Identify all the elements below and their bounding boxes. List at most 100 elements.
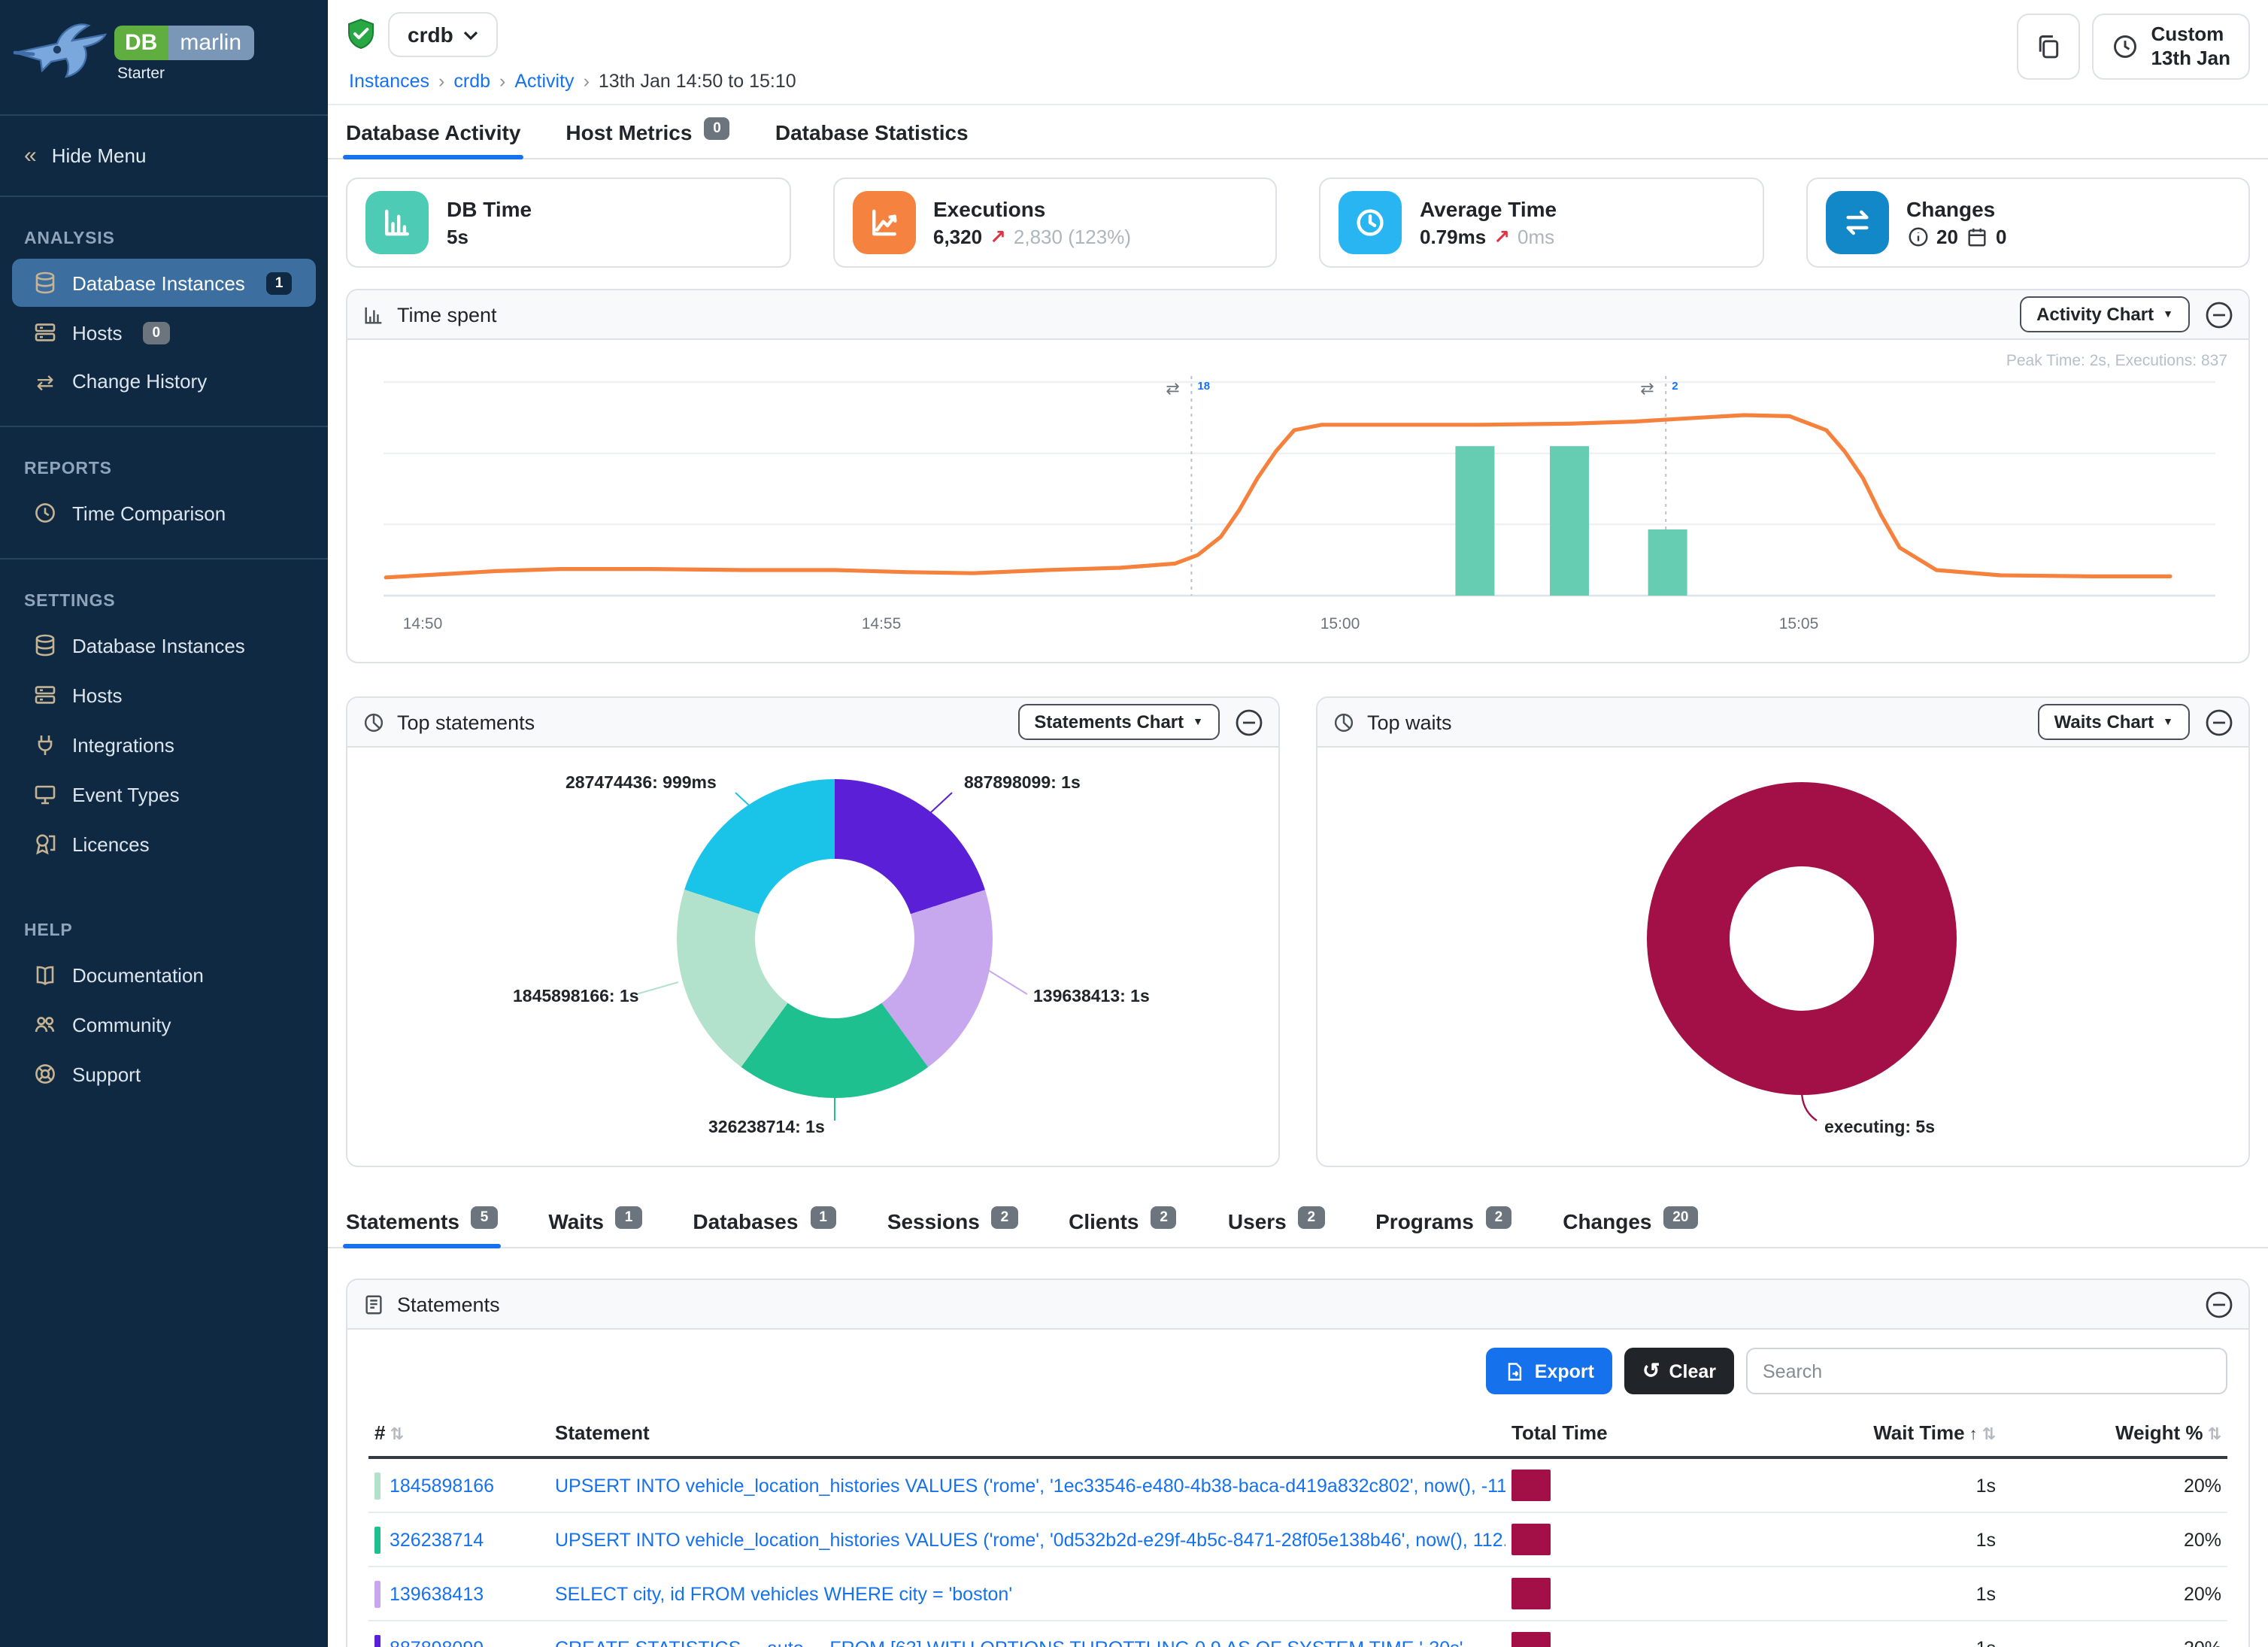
search-input[interactable] [1746,1348,2227,1394]
tab-label: Database Statistics [775,120,969,144]
main-content: crdb Instances›crdb›Activity›13th Jan 14… [328,0,2268,1647]
tab-database-activity[interactable]: Database Activity [346,120,520,158]
time-range-button[interactable]: Custom 13th Jan [2093,14,2251,80]
table-row: 326238714 UPSERT INTO vehicle_location_h… [368,1512,2227,1567]
sidebar-item-hosts[interactable]: Hosts 0 [12,308,316,356]
breadcrumb-link-crdb[interactable]: crdb [453,71,490,92]
time-spent-chart[interactable]: 14:5014:5515:0015:05⇄18⇄2 Peak Time: 2s,… [347,340,2248,662]
sort-icon[interactable]: ⇅ [1982,1426,1996,1444]
statement-link[interactable]: UPSERT INTO vehicle_location_histories V… [555,1475,1505,1496]
breadcrumb-current: 13th Jan 14:50 to 15:10 [599,71,796,92]
sidebar-item-documentation[interactable]: Documentation [12,951,316,999]
sidebar-item-event-types[interactable]: Event Types [12,770,316,818]
panel-title: Top waits [1367,711,1452,733]
kpi-title: Average Time [1420,196,1557,220]
statement-link[interactable]: SELECT city, id FROM vehicles WHERE city… [555,1583,1012,1604]
sidebar-item-support[interactable]: Support [12,1050,316,1098]
instance-selector-button[interactable]: crdb [388,12,499,57]
statement-id-link[interactable]: 139638413 [390,1583,484,1604]
tab-databases[interactable]: Databases 1 [693,1209,835,1247]
edition-label: Starter [117,65,165,83]
tab-statements[interactable]: Statements 5 [346,1209,497,1247]
lifebuoy-icon [33,1062,57,1086]
sidebar-item-database-instances[interactable]: Database Instances 1 [12,259,316,307]
count-badge: 1 [266,271,293,294]
col-header-id: # [374,1421,385,1444]
tab-users[interactable]: Users 2 [1228,1209,1324,1247]
count-badge: 1 [616,1206,642,1229]
statements-toolbar: Export ↺ Clear [347,1330,2248,1403]
time-spent-chart-svg: 14:5014:5515:0015:05⇄18⇄2 [347,340,2248,662]
tab-clients[interactable]: Clients 2 [1069,1209,1177,1247]
sort-icon-active[interactable]: ↑ [1969,1426,1978,1444]
brand-logo[interactable]: DB marlin Starter [0,0,328,102]
tab-host-metrics[interactable]: Host Metrics 0 [565,120,729,158]
table-header-row: #⇅ Statement Total Time Wait Time↑⇅ Weig… [368,1409,2227,1457]
sidebar-item-label: Support [72,1063,141,1085]
sidebar-item-label: Change History [72,370,207,393]
waits-chart-dropdown[interactable]: Waits Chart ▼ [2038,704,2190,740]
svg-text:15:00: 15:00 [1320,615,1360,632]
collapse-panel-button[interactable] [1235,708,1263,736]
tab-database-statistics[interactable]: Database Statistics [775,120,969,158]
sidebar-item-licences[interactable]: Licences [12,820,316,868]
calendar-icon [1966,226,1988,248]
top-waits-panel: Top waits Waits Chart ▼ [1316,696,2250,1167]
tab-label: Statements [346,1209,459,1233]
breadcrumb-link-activity[interactable]: Activity [514,71,574,92]
export-icon [1505,1360,1526,1382]
divider [0,114,328,116]
kpi-delta: 0ms [1518,226,1554,248]
statements-chart-dropdown[interactable]: Statements Chart ▼ [1017,704,1220,740]
collapse-panel-button[interactable] [2205,1290,2233,1318]
hide-menu-button[interactable]: « Hide Menu [0,128,328,184]
sidebar-item-label: Hosts [72,321,122,344]
total-time-bar [1511,1524,1551,1555]
plug-icon [33,733,57,757]
tab-waits[interactable]: Waits 1 [548,1209,641,1247]
top-waits-chart[interactable]: executing: 5s [1317,748,2248,1166]
sidebar-item-settings-hosts[interactable]: Hosts [12,671,316,719]
tab-changes[interactable]: Changes 20 [1563,1209,1697,1247]
sidebar-item-change-history[interactable]: ⇄ Change History [12,358,316,405]
sidebar-item-community[interactable]: Community [12,1000,316,1048]
clear-button[interactable]: ↺ Clear [1624,1348,1734,1394]
sidebar-item-integrations[interactable]: Integrations [12,720,316,769]
statement-id-link[interactable]: 887898099 [390,1637,484,1647]
tab-label: Programs [1375,1209,1474,1233]
health-shield-icon [346,18,376,51]
statement-id-link[interactable]: 1845898166 [390,1475,494,1496]
sidebar-item-settings-database-instances[interactable]: Database Instances [12,621,316,669]
server-icon [33,320,57,344]
statement-link[interactable]: UPSERT INTO vehicle_location_histories V… [555,1529,1505,1550]
section-title-reports: REPORTS [0,439,328,487]
count-badge: 5 [471,1206,498,1229]
copy-link-button[interactable] [2018,14,2081,80]
clear-label: Clear [1669,1360,1716,1382]
collapse-panel-button[interactable] [2205,300,2233,329]
database-icon [33,633,57,657]
count-badge: 1 [810,1206,836,1229]
statement-id-link[interactable]: 326238714 [390,1529,484,1550]
time-spent-panel-header: Time spent Activity Chart ▼ [347,290,2248,340]
sort-icon[interactable]: ⇅ [2208,1426,2221,1444]
slice-label-287474436: 287474436: 999ms [565,775,717,793]
section-title-settings: SETTINGS [0,572,328,620]
sidebar-item-label: Event Types [72,783,180,805]
sidebar-item-time-comparison[interactable]: Time Comparison [12,489,316,537]
breadcrumb-separator: › [438,71,444,92]
top-statements-chart[interactable]: 287474436: 999ms 887898099: 1s 139638413… [347,748,1278,1166]
activity-chart-dropdown[interactable]: Activity Chart ▼ [2020,296,2190,332]
table-row: 1845898166 UPSERT INTO vehicle_location_… [368,1457,2227,1512]
collapse-panel-button[interactable] [2205,708,2233,736]
statement-link[interactable]: CREATE STATISTICS __auto__ FROM [63] WIT… [555,1637,1463,1647]
kpi-value: 5s [447,226,468,248]
export-button[interactable]: Export [1487,1348,1612,1394]
kpi-executions: Executions 6,320 ↗ 2,830 (123%) [832,177,1277,268]
tab-sessions[interactable]: Sessions 2 [887,1209,1017,1247]
sort-icon[interactable]: ⇅ [390,1426,403,1444]
brand-db-badge: DB [114,26,168,60]
kpi-title: Executions [933,196,1131,220]
tab-programs[interactable]: Programs 2 [1375,1209,1511,1247]
breadcrumb-link-instances[interactable]: Instances [349,71,429,92]
